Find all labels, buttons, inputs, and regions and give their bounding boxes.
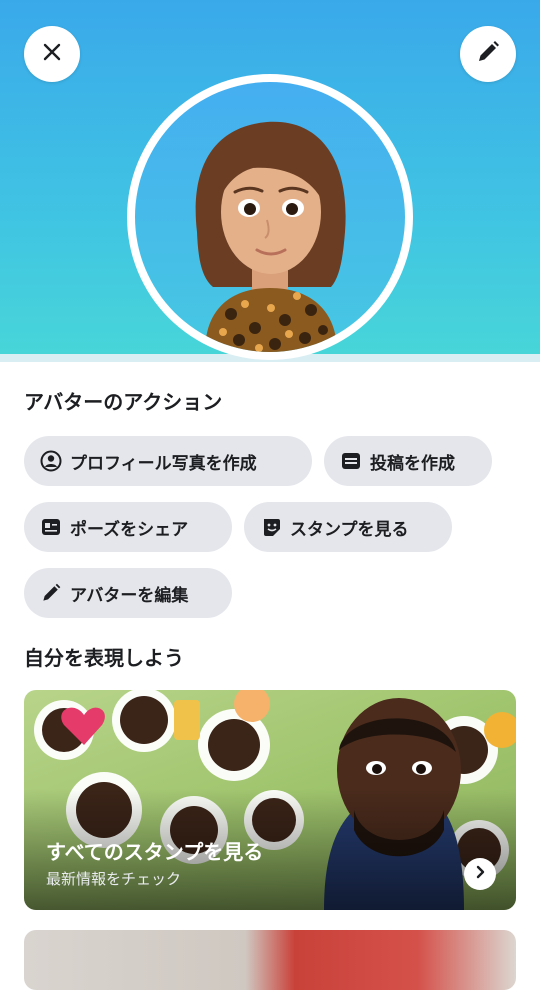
sticker-icon: [260, 516, 282, 538]
id-card-icon: [40, 516, 62, 538]
all-stickers-card[interactable]: すべてのスタンプを見る 最新情報をチェック: [24, 690, 516, 910]
pencil-icon: [40, 582, 62, 604]
edit-avatar-label: アバターを編集: [70, 585, 189, 606]
pencil-icon: [475, 39, 501, 69]
avatar-frame: [127, 74, 413, 360]
close-button[interactable]: [24, 26, 80, 82]
profile-circle-icon: [40, 450, 62, 472]
create-profile-picture-label: プロフィール写真を作成: [70, 453, 257, 474]
share-pose-label: ポーズをシェア: [70, 519, 189, 540]
edit-avatar-button[interactable]: [460, 26, 516, 82]
post-icon: [340, 450, 362, 472]
edit-avatar-pill-button[interactable]: アバターを編集: [24, 568, 232, 618]
view-stickers-label: スタンプを見る: [290, 519, 409, 540]
card-open-button[interactable]: [464, 858, 496, 890]
create-post-label: 投稿を作成: [370, 453, 455, 474]
avatar-actions-heading: アバターのアクション: [24, 390, 223, 414]
close-icon: [41, 41, 63, 67]
share-pose-button[interactable]: ポーズをシェア: [24, 502, 232, 552]
express-yourself-heading: 自分を表現しよう: [24, 646, 184, 670]
view-stickers-button[interactable]: スタンプを見る: [244, 502, 452, 552]
next-card-preview[interactable]: [24, 930, 516, 990]
card-title: すべてのスタンプを見る: [46, 840, 264, 864]
card-subtitle: 最新情報をチェック: [46, 870, 182, 888]
create-profile-picture-button[interactable]: プロフィール写真を作成: [24, 436, 312, 486]
chevron-right-icon: [472, 864, 488, 884]
avatar: [135, 82, 405, 352]
create-post-button[interactable]: 投稿を作成: [324, 436, 492, 486]
